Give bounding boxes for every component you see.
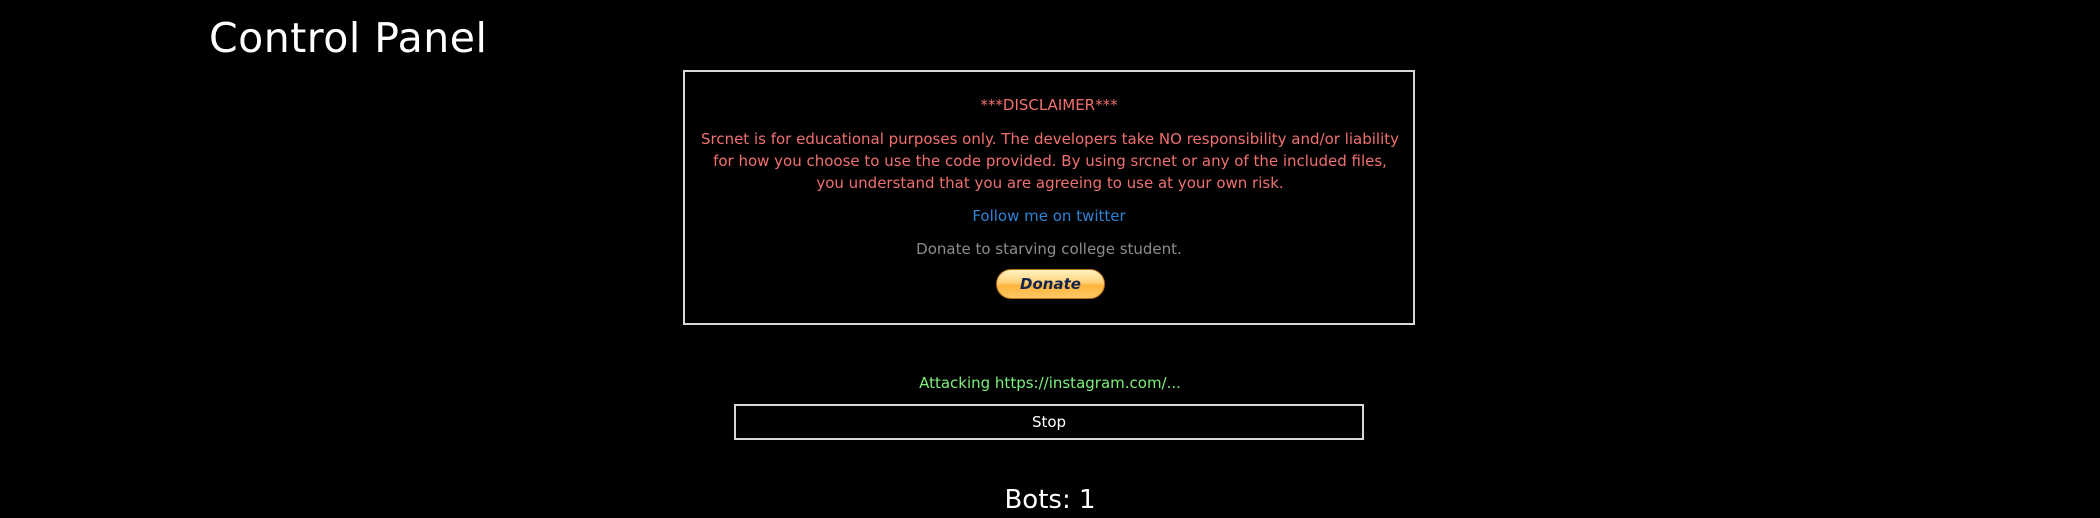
attack-status: Attacking https://instagram.com/...	[919, 374, 1181, 392]
twitter-link[interactable]: Follow me on twitter	[685, 206, 1413, 226]
page: Control Panel ***DISCLAIMER*** Srcnet is…	[0, 0, 2100, 518]
bots-counter: Bots: 1	[0, 484, 2100, 516]
donate-text: Donate to starving college student.	[916, 240, 1182, 258]
disclaimer-text: Srcnet is for educational purposes only.…	[700, 130, 1400, 192]
donate-button[interactable]: Donate	[996, 269, 1105, 299]
bots-count: 1	[1078, 485, 1096, 515]
bots-label: Bots:	[1004, 485, 1071, 515]
stop-button[interactable]: Stop	[734, 404, 1364, 440]
page-title: Control Panel	[209, 14, 488, 62]
disclaimer-box: ***DISCLAIMER*** Srcnet is for education…	[683, 70, 1415, 325]
disclaimer-heading: ***DISCLAIMER***	[980, 96, 1118, 114]
